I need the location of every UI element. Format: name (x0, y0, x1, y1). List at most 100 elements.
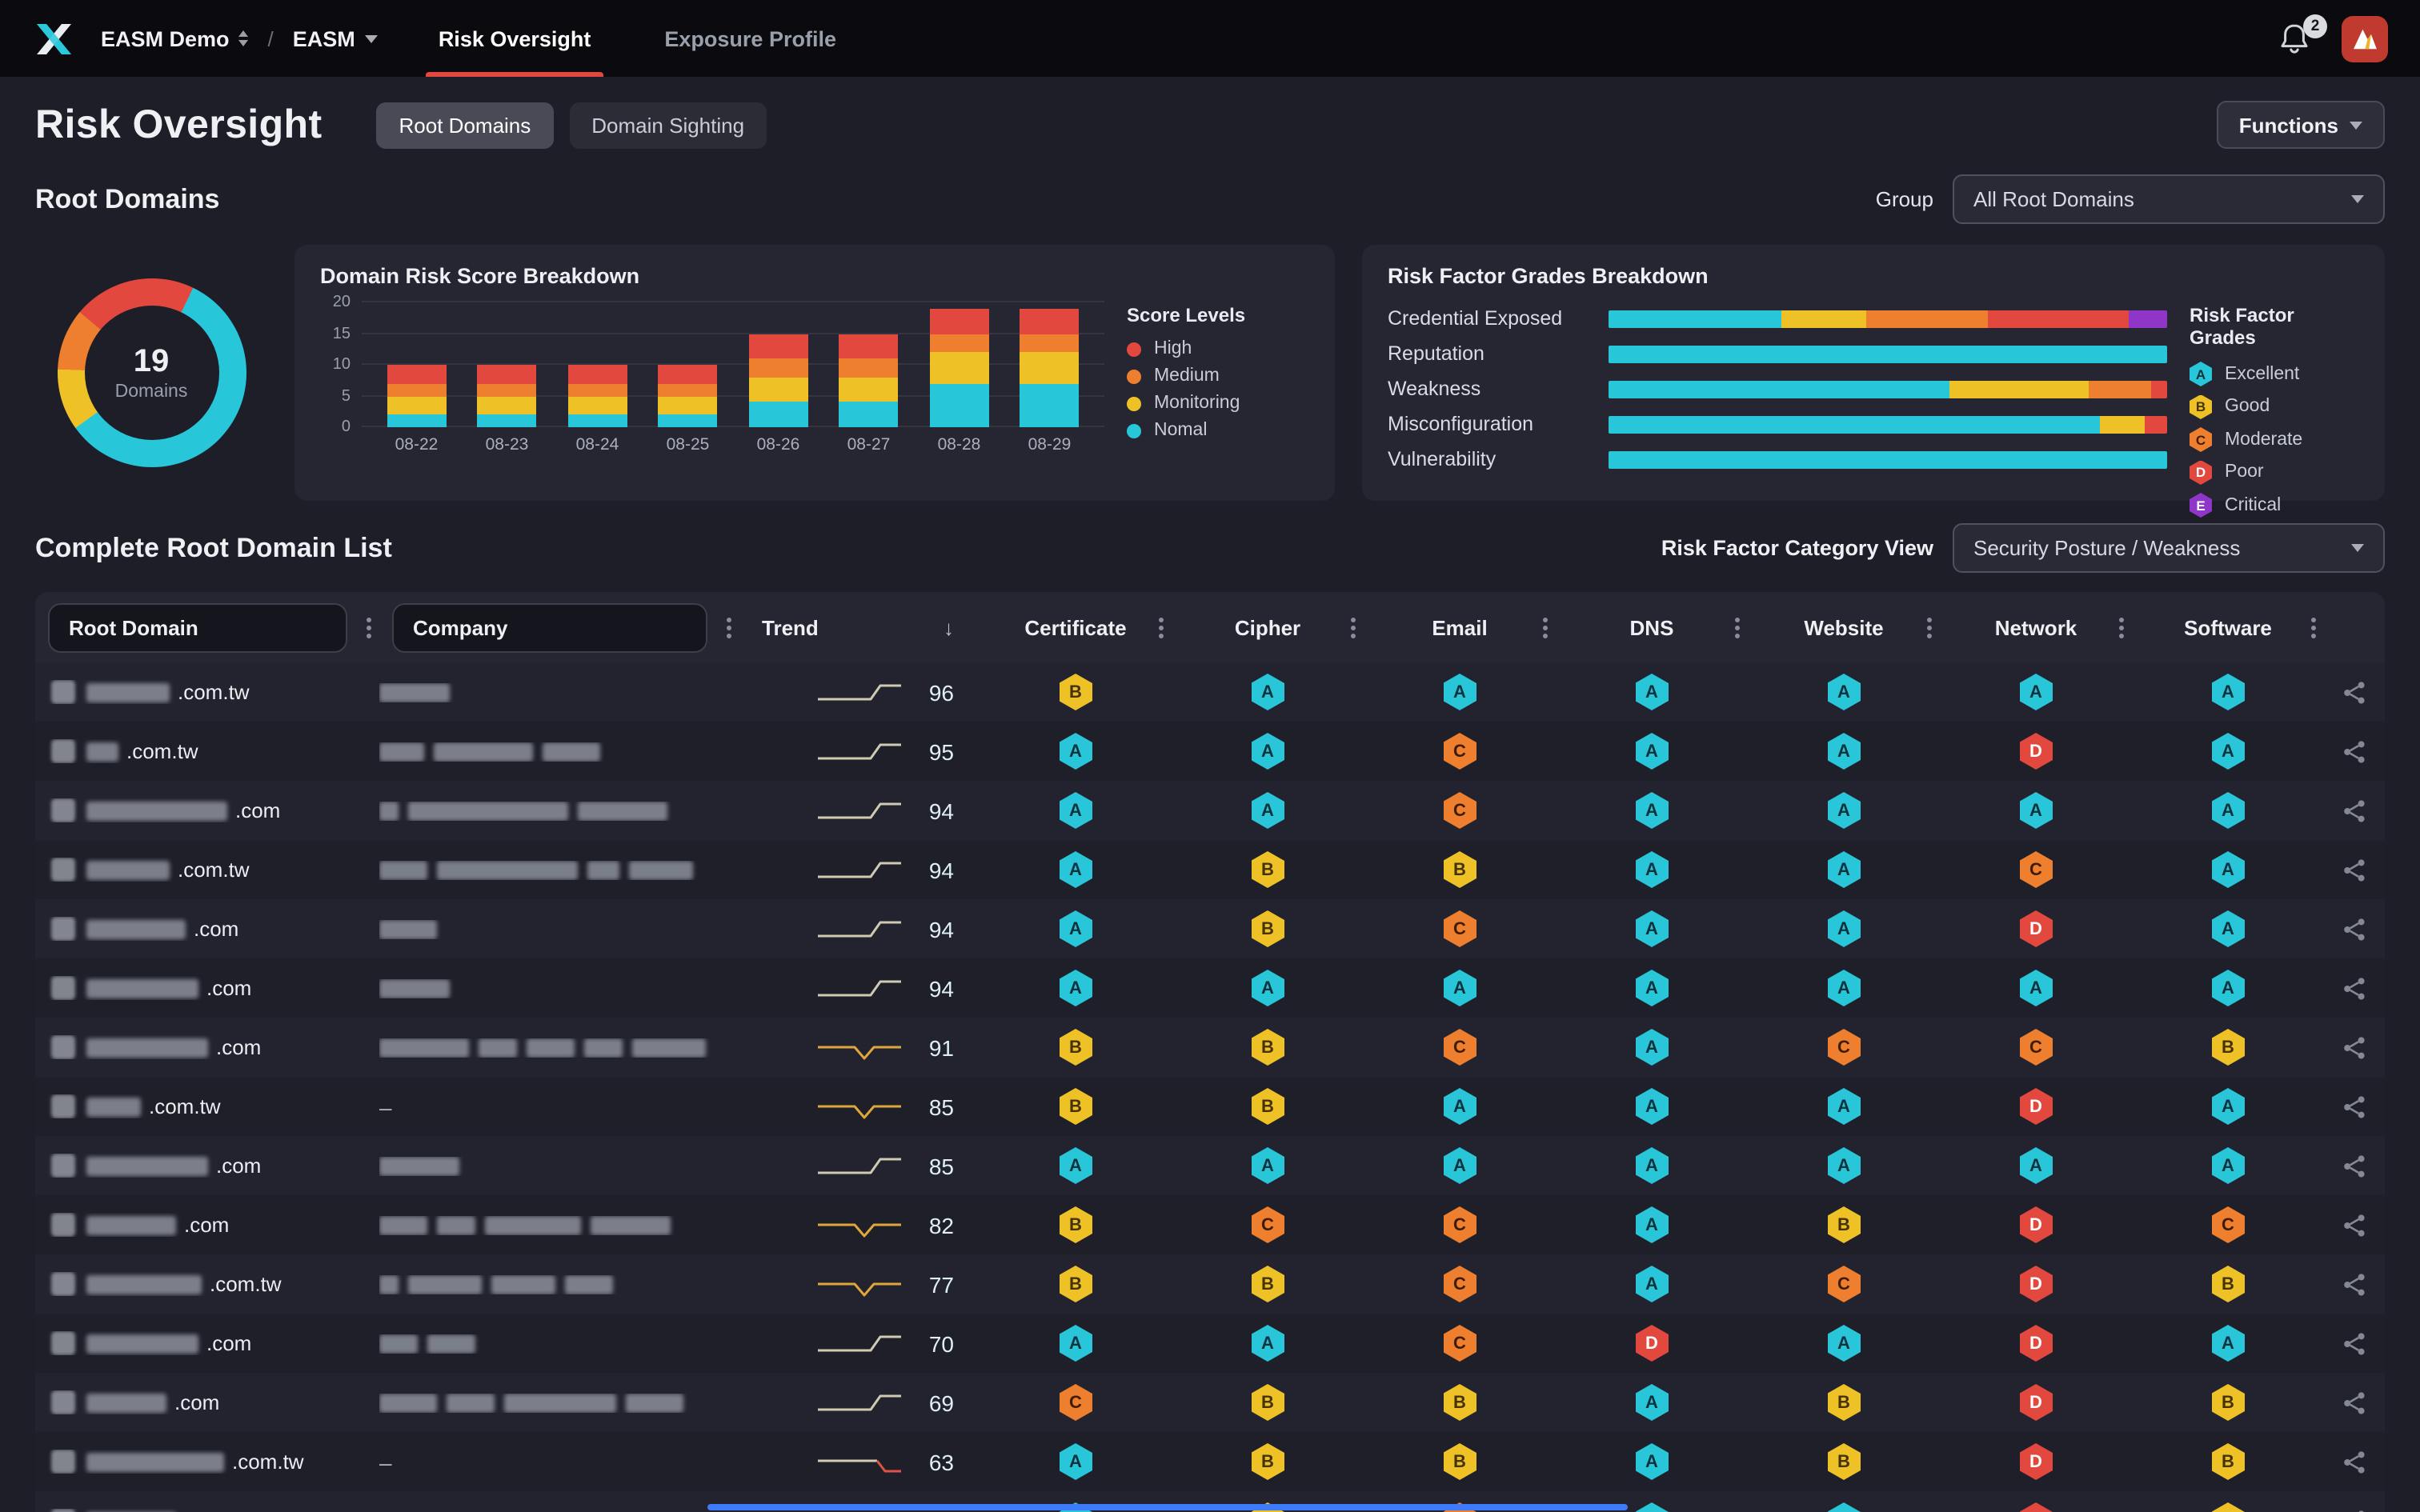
table-row[interactable]: .com.tw94ABBAACA (35, 840, 2385, 899)
app-logo[interactable] (32, 17, 75, 60)
bar-seg-medium (839, 358, 899, 377)
root-domain-table: Root Domain Company Trend↓CertificateCiphe… (35, 592, 2385, 1512)
redacted-company (427, 1334, 475, 1353)
share-icon[interactable] (2342, 1034, 2367, 1060)
row-actions-cell (2324, 1449, 2385, 1474)
table-row[interactable]: .com.tw–85BBAAADA (35, 1077, 2385, 1136)
software-grade-cell: A (2132, 1147, 2324, 1184)
share-icon[interactable] (2342, 857, 2367, 882)
share-icon[interactable] (2342, 1153, 2367, 1178)
table-row[interactable]: .com85AAAAAAA (35, 1136, 2385, 1195)
share-icon[interactable] (2342, 679, 2367, 705)
grade-badge-A: A (1827, 1325, 1861, 1362)
hbar-seg-moderate (1865, 310, 1989, 327)
trend-sparkline-dip (815, 1033, 904, 1062)
table-row[interactable]: .com94ABCAADA (35, 899, 2385, 958)
column-header-cipher[interactable]: Cipher (1172, 592, 1364, 662)
domain-suffix: .com (216, 1154, 261, 1178)
column-menu-icon[interactable] (1351, 625, 1356, 630)
redacted-company (434, 742, 533, 761)
grade-badge-A: A (1827, 674, 1861, 710)
website-grade-cell: A (1748, 1088, 1940, 1125)
table-row[interactable]: .com94AACAAAA (35, 781, 2385, 840)
group-label: Group (1876, 187, 1933, 211)
email-grade-cell: A (1364, 1147, 1556, 1184)
share-icon[interactable] (2342, 798, 2367, 823)
column-header-software[interactable]: Software (2132, 592, 2324, 662)
column-menu-icon[interactable] (1927, 625, 1932, 630)
certificate-grade-cell: A (980, 1147, 1172, 1184)
table-row[interactable]: .com94AAAAAAA (35, 958, 2385, 1018)
column-header-root-domain[interactable]: Root Domain (35, 592, 379, 662)
column-menu-icon[interactable] (2311, 625, 2316, 630)
product-switcher[interactable]: EASM (293, 26, 378, 50)
category-view-dropdown[interactable]: Security Posture / Weakness (1953, 523, 2385, 573)
trend-score: 96 (919, 679, 954, 705)
column-filter-root-domain[interactable]: Root Domain (48, 602, 347, 652)
share-icon[interactable] (2342, 1449, 2367, 1474)
grade-badge-D: D (2019, 733, 2053, 770)
column-header-website[interactable]: Website (1748, 592, 1940, 662)
row-actions-cell (2324, 1508, 2385, 1512)
functions-button[interactable]: Functions (2217, 101, 2385, 149)
table-row[interactable]: .com82BCCABDC (35, 1195, 2385, 1254)
column-header-actions (2324, 592, 2385, 662)
h-scrollbar-thumb[interactable] (707, 1504, 1628, 1510)
share-icon[interactable] (2342, 1330, 2367, 1356)
share-icon[interactable] (2342, 1508, 2367, 1512)
org-switcher[interactable]: EASM Demo (101, 26, 249, 50)
table-row[interactable]: .com70AACDADA (35, 1314, 2385, 1373)
company-cell (379, 1393, 739, 1412)
column-menu-icon[interactable] (727, 625, 731, 630)
cipher-grade-cell: A (1172, 733, 1364, 770)
table-row[interactable]: .com.tw77BBCACDB (35, 1254, 2385, 1314)
column-filter-company[interactable]: Company (392, 602, 707, 652)
column-header-certificate[interactable]: Certificate (980, 592, 1172, 662)
network-grade-cell: D (1940, 1502, 2132, 1512)
share-icon[interactable] (2342, 916, 2367, 942)
tab-exposure-profile[interactable]: Exposure Profile (658, 0, 843, 77)
legend-label: Excellent (2225, 365, 2299, 384)
column-header-trend[interactable]: Trend↓ (739, 592, 980, 662)
certificate-grade-cell: A (980, 1443, 1172, 1480)
domain-risk-score-panel: Domain Risk Score Breakdown 05101520 08-… (294, 245, 1335, 501)
share-icon[interactable] (2342, 975, 2367, 1001)
tab-risk-oversight[interactable]: Risk Oversight (432, 0, 598, 77)
row-actions-cell (2324, 1153, 2385, 1178)
table-row[interactable]: .com.tw96BAAAAAA (35, 662, 2385, 722)
share-icon[interactable] (2342, 1094, 2367, 1119)
column-menu-icon[interactable] (1543, 625, 1548, 630)
toggle-root-domains[interactable]: Root Domains (377, 102, 554, 148)
redacted-company (565, 1274, 613, 1294)
column-header-network[interactable]: Network (1940, 592, 2132, 662)
share-icon[interactable] (2342, 738, 2367, 764)
hbar-seg-excellent (1609, 450, 2167, 468)
column-header-dns[interactable]: DNS (1556, 592, 1748, 662)
trend-cell: 94 (739, 855, 980, 884)
group-dropdown[interactable]: All Root Domains (1953, 174, 2385, 224)
column-menu-icon[interactable] (367, 625, 371, 630)
column-header-company[interactable]: Company (379, 592, 739, 662)
table-row[interactable]: .com.tw95AACAADA (35, 722, 2385, 781)
cipher-grade-cell: B (1172, 851, 1364, 888)
table-row[interactable]: .com69CBBABDB (35, 1373, 2385, 1432)
email-grade-cell: C (1364, 910, 1556, 947)
share-icon[interactable] (2342, 1390, 2367, 1415)
column-menu-icon[interactable] (1159, 625, 1164, 630)
redacted-company (632, 1038, 706, 1057)
column-menu-icon[interactable] (2119, 625, 2124, 630)
sort-desc-icon[interactable]: ↓ (944, 615, 954, 639)
share-icon[interactable] (2342, 1212, 2367, 1238)
account-avatar[interactable] (2342, 15, 2388, 62)
notifications-button[interactable]: 2 (2279, 22, 2310, 55)
share-icon[interactable] (2342, 1271, 2367, 1297)
table-row[interactable]: .com.tw–63ABBABDB (35, 1432, 2385, 1491)
column-header-email[interactable]: Email (1364, 592, 1556, 662)
grade-badge-D: D (1635, 1325, 1669, 1362)
column-menu-icon[interactable] (1735, 625, 1740, 630)
row-actions-cell (2324, 738, 2385, 764)
certificate-grade-cell: A (980, 1325, 1172, 1362)
table-row[interactable]: .com91BBCACCB (35, 1018, 2385, 1077)
toggle-domain-sighting[interactable]: Domain Sighting (569, 102, 767, 148)
grade-badge-C: C (1443, 1029, 1476, 1066)
